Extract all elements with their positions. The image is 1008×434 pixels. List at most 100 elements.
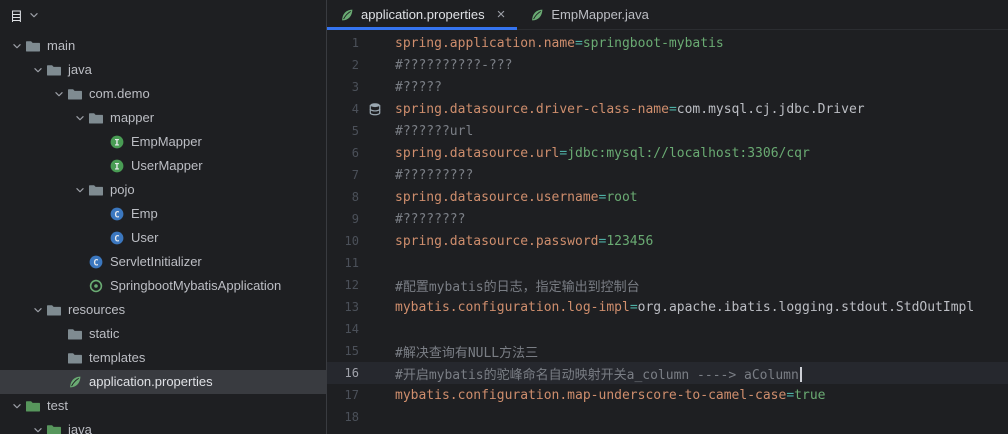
chevron-down-icon[interactable] xyxy=(8,398,25,414)
line-number: 6 xyxy=(351,146,359,160)
folder-icon xyxy=(46,302,62,318)
code-text: spring.datasource.url=jdbc:mysql://local… xyxy=(395,146,810,161)
gutter: 18 xyxy=(327,409,389,425)
chevron-down-icon[interactable] xyxy=(29,422,46,434)
tree-item-servletinitializer[interactable]: C ServletInitializer xyxy=(0,250,326,274)
code-text: spring.datasource.password=123456 xyxy=(395,234,653,249)
gutter-icon-slot xyxy=(365,189,385,205)
class-icon: C xyxy=(109,206,125,222)
code-line-11[interactable]: 11 xyxy=(327,252,1008,274)
chevron-down-icon[interactable] xyxy=(26,7,42,23)
chevron-down-icon[interactable] xyxy=(71,182,88,198)
tab-application-properties[interactable]: application.properties × xyxy=(327,0,518,30)
tree-item-com-demo[interactable]: com.demo xyxy=(0,82,326,106)
spring-boot-icon xyxy=(88,278,104,294)
code-segment-comment: #??????url xyxy=(395,123,474,139)
folder-icon xyxy=(67,326,83,342)
code-line-6[interactable]: 6 spring.datasource.url=jdbc:mysql://loca… xyxy=(327,142,1008,164)
code-segment-value: true xyxy=(794,387,826,403)
chevron-down-icon[interactable] xyxy=(29,302,46,318)
tree-item-templates[interactable]: templates xyxy=(0,346,326,370)
editor-area: application.properties × EmpMapper.java 1 s… xyxy=(327,0,1008,434)
code-segment-key: mybatis.configuration.map-underscore-to-… xyxy=(395,387,787,403)
line-number: 12 xyxy=(344,278,359,292)
gutter-icon-slot xyxy=(365,409,385,425)
code-line-17[interactable]: 17 mybatis.configuration.map-underscore-t… xyxy=(327,384,1008,406)
gutter-icon-slot xyxy=(365,233,385,249)
tree-item-springbootmybatisapplication[interactable]: SpringbootMybatisApplication xyxy=(0,274,326,298)
tree-item-java[interactable]: java xyxy=(0,58,326,82)
code-line-1[interactable]: 1 spring.application.name=springboot-myba… xyxy=(327,32,1008,54)
line-number: 13 xyxy=(344,300,359,314)
line-number: 9 xyxy=(351,212,359,226)
class-icon: C xyxy=(88,254,104,270)
chevron-down-icon[interactable] xyxy=(50,86,67,102)
code-line-18[interactable]: 18 xyxy=(327,406,1008,428)
code-segment-comment: #开启mybatis的驼峰命名自动映射开关a_column ----> aCol… xyxy=(395,367,799,383)
gutter-icon-slot xyxy=(365,255,385,271)
package-icon xyxy=(88,182,104,198)
tree-item-main[interactable]: main xyxy=(0,34,326,58)
gutter: 7 xyxy=(327,167,389,183)
project-panel-header[interactable]: 目 xyxy=(0,0,326,30)
code-line-2[interactable]: 2 #??????????-??? xyxy=(327,54,1008,76)
database-icon[interactable] xyxy=(365,101,385,117)
spring-leaf-icon xyxy=(67,374,83,390)
tree-item-empmapper[interactable]: I EmpMapper xyxy=(0,130,326,154)
code-segment-value: root xyxy=(606,189,638,205)
gutter: 17 xyxy=(327,387,389,403)
tree-item-java[interactable]: java xyxy=(0,418,326,434)
tree-item-user[interactable]: C User xyxy=(0,226,326,250)
code-segment-key: spring.datasource.username xyxy=(395,189,599,205)
tree-item-label: com.demo xyxy=(89,86,150,101)
code-line-7[interactable]: 7 #????????? xyxy=(327,164,1008,186)
folder-icon xyxy=(67,350,83,366)
line-number: 4 xyxy=(351,102,359,116)
tree-item-label: EmpMapper xyxy=(131,134,202,149)
code-text: mybatis.configuration.map-underscore-to-… xyxy=(395,388,825,403)
tree-item-label: User xyxy=(131,230,159,245)
code-line-13[interactable]: 13 mybatis.configuration.log-impl=org.apa… xyxy=(327,296,1008,318)
package-icon xyxy=(88,110,104,126)
code-line-14[interactable]: 14 xyxy=(327,318,1008,340)
code-line-9[interactable]: 9 #???????? xyxy=(327,208,1008,230)
code-line-15[interactable]: 15 #解决查询有NULL方法三 xyxy=(327,340,1008,362)
gutter: 1 xyxy=(327,35,389,51)
gutter-icon-slot xyxy=(365,167,385,183)
gutter-icon-slot xyxy=(365,365,385,381)
tree-item-static[interactable]: static xyxy=(0,322,326,346)
test-folder-icon xyxy=(46,422,62,434)
gutter-icon-slot xyxy=(365,145,385,161)
tree-item-label: static xyxy=(89,326,120,341)
code-line-5[interactable]: 5 #??????url xyxy=(327,120,1008,142)
tree-item-test[interactable]: test xyxy=(0,394,326,418)
tree-item-mapper[interactable]: mapper xyxy=(0,106,326,130)
gutter: 10 xyxy=(327,233,389,249)
code-line-16[interactable]: 16 #开启mybatis的驼峰命名自动映射开关a_column ----> aC… xyxy=(327,362,1008,384)
tree-item-pojo[interactable]: pojo xyxy=(0,178,326,202)
chevron-down-icon[interactable] xyxy=(29,62,46,78)
tree-item-usermapper[interactable]: I UserMapper xyxy=(0,154,326,178)
test-folder-icon xyxy=(25,398,41,414)
tree-item-label: main xyxy=(47,38,76,53)
code-area[interactable]: 1 spring.application.name=springboot-myba… xyxy=(327,30,1008,434)
code-segment-classref: com.mysql.cj.jdbc.Driver xyxy=(676,101,865,117)
code-line-10[interactable]: 10 spring.datasource.password=123456 xyxy=(327,230,1008,252)
gutter: 13 xyxy=(327,299,389,315)
tree-item-emp[interactable]: C Emp xyxy=(0,202,326,226)
code-line-8[interactable]: 8 spring.datasource.username=root xyxy=(327,186,1008,208)
code-line-3[interactable]: 3 #????? xyxy=(327,76,1008,98)
close-icon[interactable]: × xyxy=(497,7,506,22)
code-segment-comment: #????????? xyxy=(395,167,474,183)
code-line-4[interactable]: 4 spring.datasource.driver-class-name=com… xyxy=(327,98,1008,120)
chevron-down-icon[interactable] xyxy=(71,110,88,126)
tree-item-application-properties[interactable]: application.properties xyxy=(0,370,326,394)
tab-empmapper-java[interactable]: EmpMapper.java xyxy=(517,0,661,29)
tree-item-resources[interactable]: resources xyxy=(0,298,326,322)
code-text: spring.datasource.username=root xyxy=(395,190,638,205)
code-line-12[interactable]: 12 #配置mybatis的日志，指定输出到控制台 xyxy=(327,274,1008,296)
code-text: spring.application.name=springboot-mybat… xyxy=(395,36,724,51)
chevron-down-icon[interactable] xyxy=(8,38,25,54)
